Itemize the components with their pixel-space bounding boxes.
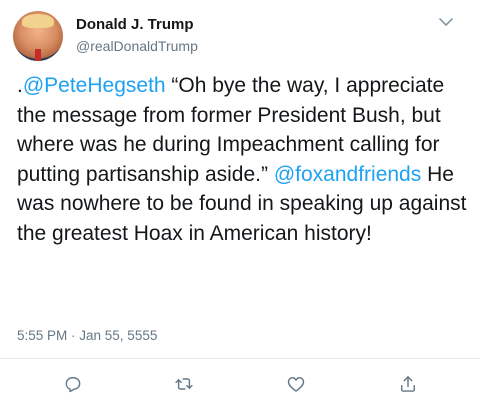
reply-icon[interactable] [62, 373, 84, 395]
author-handle[interactable]: @realDonaldTrump [76, 38, 198, 54]
share-icon[interactable] [397, 373, 419, 395]
timestamp[interactable]: 5:55 PM · Jan 55, 5555 [17, 328, 157, 343]
avatar[interactable] [13, 11, 63, 61]
author-name[interactable]: Donald J. Trump [76, 16, 194, 33]
mention-link[interactable]: @foxandfriends [274, 163, 421, 186]
tweet-text: .@PeteHegseth “Oh bye the way, I appreci… [17, 71, 469, 248]
divider [0, 358, 480, 359]
tweet-card: Donald J. Trump @realDonaldTrump .@PeteH… [0, 0, 480, 410]
mention-link[interactable]: @PeteHegseth [23, 74, 166, 97]
chevron-down-icon[interactable] [438, 15, 454, 29]
retweet-icon[interactable] [173, 373, 195, 395]
heart-icon[interactable] [285, 373, 307, 395]
